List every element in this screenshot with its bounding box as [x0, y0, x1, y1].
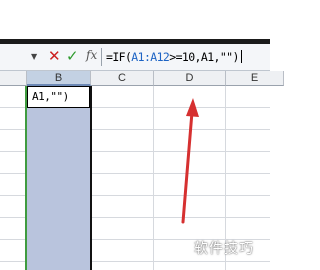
annotation-arrow-shaft: [181, 110, 194, 224]
watermark: 软件技巧: [194, 241, 254, 257]
annotation-layer: [181, 98, 199, 224]
annotation-arrow-head: [186, 98, 199, 117]
